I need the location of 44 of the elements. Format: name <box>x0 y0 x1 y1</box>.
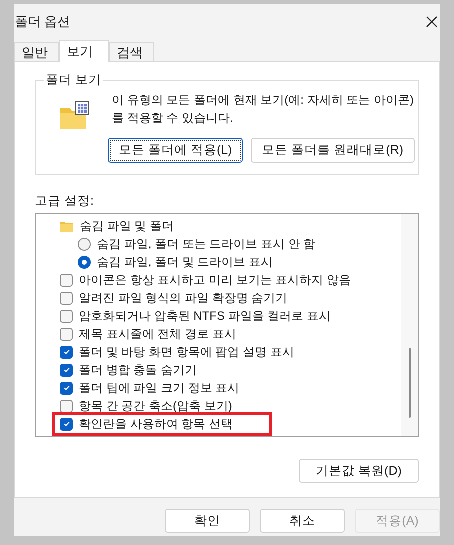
tab[interactable]: 검색 <box>109 42 154 61</box>
restore-defaults-button[interactable]: 기본값 복원(D) <box>299 459 419 483</box>
option-label: 암호화되거나 압축된 NTFS 파일을 컬러로 표시 <box>79 308 331 325</box>
checkbox[interactable] <box>60 364 73 376</box>
window-title: 폴더 옵션 <box>15 13 71 32</box>
option-label: 확인란을 사용하여 항목 선택 <box>79 416 234 433</box>
checkbox[interactable] <box>60 328 73 340</box>
apply-button[interactable]: 모든 폴더에 적용(L) <box>108 138 244 163</box>
check-icon <box>62 384 70 392</box>
close-icon[interactable] <box>426 16 438 28</box>
tab[interactable]: 일반 <box>14 42 59 61</box>
scrollbar[interactable] <box>401 214 418 436</box>
option-label: 제목 표시줄에 전체 경로 표시 <box>79 326 236 343</box>
checkbox[interactable] <box>60 400 73 412</box>
scrollbar-thumb[interactable] <box>408 348 410 418</box>
description-text: 이 유형의 모든 폴더에 현재 보기(예: 자세히 또는 아이콘)를 적용할 수 있습니다. <box>112 92 415 127</box>
folder-view-icon <box>59 101 89 131</box>
option-label: 폴더 팁에 파일 크기 정보 표시 <box>79 380 240 397</box>
folder-icon <box>60 219 74 233</box>
checkbox[interactable] <box>60 418 73 430</box>
section-label: 고급 설정: <box>35 193 95 209</box>
dialog-button[interactable]: 취소 <box>260 509 345 533</box>
check-icon <box>62 348 70 356</box>
option-label: 숨김 파일, 폴더 및 드라이브 표시 <box>97 254 274 271</box>
checkbox[interactable] <box>60 292 73 304</box>
option-label: 알려진 파일 형식의 파일 확장명 숨기기 <box>79 290 288 307</box>
radio-button[interactable] <box>78 256 91 268</box>
tab[interactable]: 보기 <box>59 40 109 62</box>
option-label: 폴더 및 바탕 화면 항목에 팝업 설명 표시 <box>79 344 294 361</box>
option-label: 숨김 파일, 폴더 또는 드라이브 표시 안 함 <box>97 236 316 253</box>
option-label: 숨김 파일 및 폴더 <box>80 218 174 235</box>
dialog-button[interactable]: 확인 <box>165 509 250 533</box>
checkbox[interactable] <box>60 382 73 394</box>
check-icon <box>62 366 70 374</box>
option-label: 아이콘은 항상 표시하고 미리 보기는 표시하지 않음 <box>79 272 352 289</box>
checkbox[interactable] <box>60 274 73 286</box>
checkbox[interactable] <box>60 310 73 322</box>
option-label: 항목 간 공간 축소(압축 보기) <box>79 398 232 415</box>
checkbox[interactable] <box>60 346 73 358</box>
option-label: 폴더 병합 충돌 숨기기 <box>79 362 198 379</box>
check-icon <box>62 420 70 428</box>
group-title: 폴더 보기 <box>44 72 104 88</box>
apply-button[interactable]: 모든 폴더를 원래대로(R) <box>251 138 415 163</box>
radio-button[interactable] <box>78 238 91 250</box>
